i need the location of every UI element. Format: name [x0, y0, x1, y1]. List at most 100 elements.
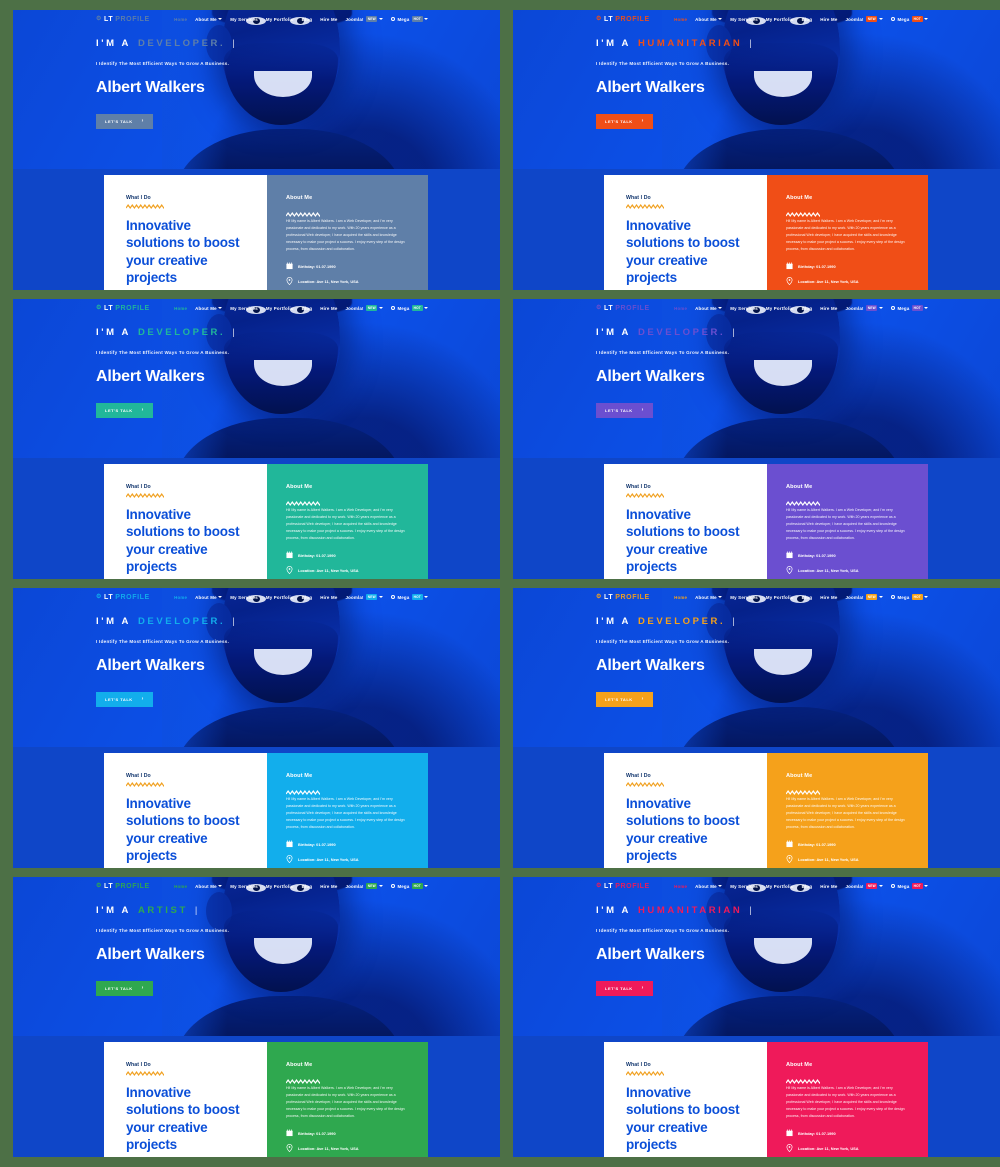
nav-item-joomla[interactable]: Joomla! NEW — [845, 594, 883, 600]
nav-item-about-me[interactable]: About Me — [195, 595, 223, 600]
nav-item-mega[interactable]: Mega HOT — [890, 305, 928, 311]
site-header: ⚙ LT PROFILE Home About Me My Services My Por… — [13, 299, 500, 317]
nav-item-my-portfolio[interactable]: My Portfolio — [266, 306, 294, 311]
nav-item-blog[interactable]: Blog — [302, 306, 313, 311]
nav-item-about-me[interactable]: About Me — [695, 884, 723, 889]
nav-item-hire-me[interactable]: Hire Me — [820, 306, 837, 311]
nav-item-mega[interactable]: Mega HOT — [390, 883, 428, 889]
lets-talk-button[interactable]: LET'S TALK › — [96, 692, 153, 707]
nav-item-joomla[interactable]: Joomla! NEW — [345, 594, 383, 600]
nav-item-my-portfolio[interactable]: My Portfolio — [266, 884, 294, 889]
nav-item-about-me[interactable]: About Me — [695, 17, 723, 22]
hero-tagline-role: DEVELOPER. — [137, 38, 226, 49]
site-logo[interactable]: ⚙ LT PROFILE — [596, 305, 650, 312]
nav-item-mega[interactable]: Mega HOT — [890, 594, 928, 600]
nav-item-my-services[interactable]: My Services — [730, 884, 758, 889]
nav-item-mega[interactable]: Mega HOT — [390, 16, 428, 22]
arrow-right-icon: › — [641, 696, 644, 702]
nav-item-my-portfolio[interactable]: My Portfolio — [766, 17, 794, 22]
nav-item-joomla[interactable]: Joomla! NEW — [345, 16, 383, 22]
zigzag-divider-icon — [126, 204, 164, 209]
nav-item-hire-me[interactable]: Hire Me — [320, 595, 337, 600]
site-logo[interactable]: ⚙ LT PROFILE — [96, 883, 150, 890]
nav-item-blog[interactable]: Blog — [302, 17, 313, 22]
site-logo[interactable]: ⚙ LT PROFILE — [596, 594, 650, 601]
nav-item-hire-me[interactable]: Hire Me — [320, 17, 337, 22]
nav-item-hire-me[interactable]: Hire Me — [820, 884, 837, 889]
nav-item-home[interactable]: Home — [674, 306, 687, 311]
site-header: ⚙ LT PROFILE Home About Me My Services My Por… — [13, 10, 500, 28]
site-logo[interactable]: ⚙ LT PROFILE — [96, 305, 150, 312]
nav-item-about-me[interactable]: About Me — [195, 17, 223, 22]
nav-item-my-portfolio[interactable]: My Portfolio — [766, 884, 794, 889]
nav-item-mega[interactable]: Mega HOT — [390, 305, 428, 311]
nav-item-home[interactable]: Home — [174, 17, 187, 22]
lets-talk-button[interactable]: LET'S TALK › — [596, 692, 653, 707]
nav-item-about-me[interactable]: About Me — [195, 884, 223, 889]
nav-item-hire-me[interactable]: Hire Me — [820, 595, 837, 600]
nav-item-home[interactable]: Home — [174, 884, 187, 889]
site-logo[interactable]: ⚙ LT PROFILE — [96, 16, 150, 23]
nav-item-label: Home — [174, 305, 188, 311]
birthday-row: Birthday: 01.07.1990 — [786, 262, 909, 270]
nav-item-mega[interactable]: Mega HOT — [890, 16, 928, 22]
nav-item-hire-me[interactable]: Hire Me — [320, 884, 337, 889]
nav-item-my-portfolio[interactable]: My Portfolio — [266, 17, 294, 22]
site-header: ⚙ LT PROFILE Home About Me My Services My Por… — [513, 299, 1000, 317]
lets-talk-button[interactable]: LET'S TALK › — [596, 114, 653, 129]
about-me-meta: Birthday: 01.07.1990 Location: Ave 11, Ne… — [786, 262, 909, 285]
nav-item-my-portfolio[interactable]: My Portfolio — [266, 595, 294, 600]
zigzag-divider-icon — [126, 782, 164, 787]
nav-item-my-services[interactable]: My Services — [730, 595, 758, 600]
nav-item-blog[interactable]: Blog — [802, 306, 813, 311]
nav-item-blog[interactable]: Blog — [302, 595, 313, 600]
nav-item-home[interactable]: Home — [174, 306, 187, 311]
nav-item-about-me[interactable]: About Me — [695, 306, 723, 311]
nav-item-my-services[interactable]: My Services — [730, 17, 758, 22]
nav-item-joomla[interactable]: Joomla! NEW — [845, 16, 883, 22]
nav-item-joomla[interactable]: Joomla! NEW — [845, 305, 883, 311]
lets-talk-button[interactable]: LET'S TALK › — [96, 981, 153, 996]
nav-item-home[interactable]: Home — [674, 884, 687, 889]
nav-item-about-me[interactable]: About Me — [195, 306, 223, 311]
site-header: ⚙ LT PROFILE Home About Me My Services My Por… — [513, 588, 1000, 606]
nav-item-my-services[interactable]: My Services — [730, 306, 758, 311]
lets-talk-button[interactable]: LET'S TALK › — [596, 403, 653, 418]
info-cards: What I Do Innovative solutions to boost y… — [104, 464, 428, 579]
nav-item-my-portfolio[interactable]: My Portfolio — [766, 306, 794, 311]
nav-item-about-me[interactable]: About Me — [695, 595, 723, 600]
site-logo[interactable]: ⚙ LT PROFILE — [596, 16, 650, 23]
nav-item-joomla[interactable]: Joomla! NEW — [345, 305, 383, 311]
location-row: Location: Ave 11, New York, USA — [286, 855, 409, 863]
lets-talk-button[interactable]: LET'S TALK › — [96, 403, 153, 418]
nav-item-mega[interactable]: Mega HOT — [890, 883, 928, 889]
nav-item-hire-me[interactable]: Hire Me — [320, 306, 337, 311]
nav-badge-hot: HOT — [911, 883, 923, 889]
nav-item-my-services[interactable]: My Services — [230, 17, 258, 22]
nav-item-label: Mega — [397, 305, 410, 311]
what-i-do-title: Innovative solutions to boost your creat… — [126, 796, 240, 863]
nav-item-mega[interactable]: Mega HOT — [390, 594, 428, 600]
site-logo[interactable]: ⚙ LT PROFILE — [596, 883, 650, 890]
site-logo[interactable]: ⚙ LT PROFILE — [96, 594, 150, 601]
hero-tagline: I'M A DEVELOPER. | — [96, 327, 237, 338]
chevron-down-icon — [924, 307, 928, 309]
nav-item-my-portfolio[interactable]: My Portfolio — [766, 595, 794, 600]
nav-item-blog[interactable]: Blog — [302, 884, 313, 889]
nav-item-blog[interactable]: Blog — [802, 595, 813, 600]
nav-item-hire-me[interactable]: Hire Me — [820, 17, 837, 22]
nav-item-label: Joomla! — [345, 883, 364, 889]
lets-talk-button[interactable]: LET'S TALK › — [596, 981, 653, 996]
nav-item-joomla[interactable]: Joomla! NEW — [845, 883, 883, 889]
nav-item-blog[interactable]: Blog — [802, 17, 813, 22]
template-preview-7: ⚙ LT PROFILE Home About Me My Services My Por… — [13, 877, 500, 1157]
lets-talk-button[interactable]: LET'S TALK › — [96, 114, 153, 129]
nav-item-my-services[interactable]: My Services — [230, 884, 258, 889]
nav-item-home[interactable]: Home — [674, 17, 687, 22]
nav-item-blog[interactable]: Blog — [802, 884, 813, 889]
nav-item-home[interactable]: Home — [174, 595, 187, 600]
nav-item-my-services[interactable]: My Services — [230, 306, 258, 311]
nav-item-joomla[interactable]: Joomla! NEW — [345, 883, 383, 889]
nav-item-home[interactable]: Home — [674, 595, 687, 600]
nav-item-my-services[interactable]: My Services — [230, 595, 258, 600]
